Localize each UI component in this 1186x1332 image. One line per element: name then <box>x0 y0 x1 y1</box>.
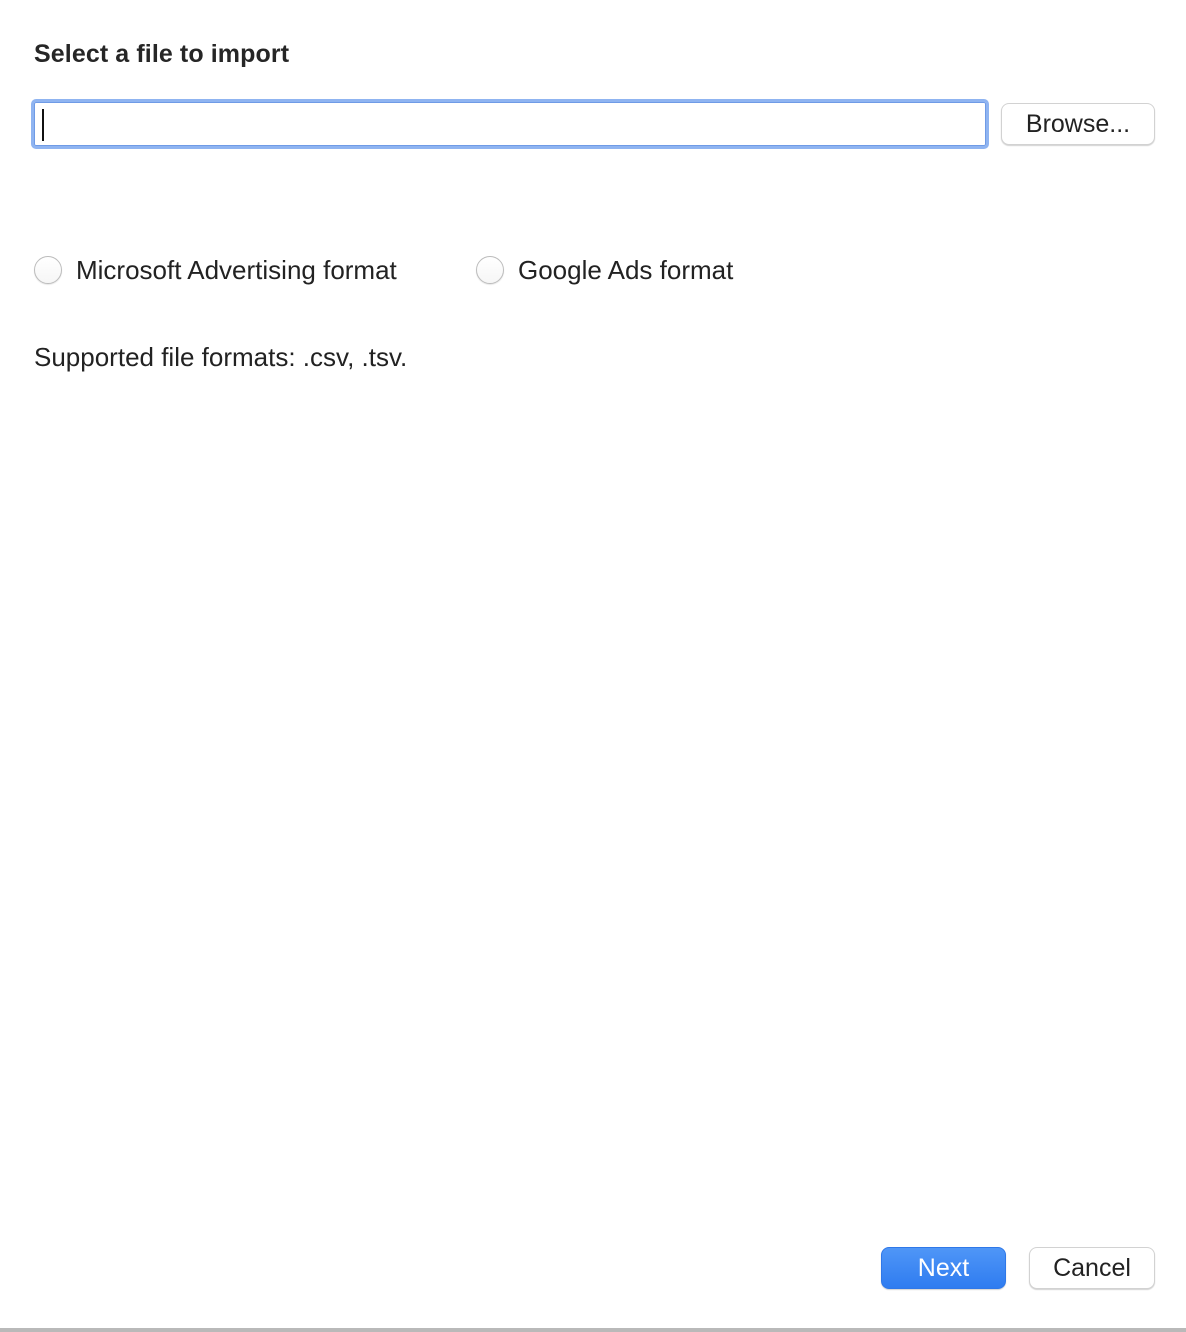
cancel-button[interactable]: Cancel <box>1029 1247 1155 1289</box>
radio-label-microsoft-advertising[interactable]: Microsoft Advertising format <box>76 255 397 286</box>
radio-button-icon[interactable] <box>476 256 504 284</box>
text-cursor <box>42 109 44 141</box>
next-button[interactable]: Next <box>881 1247 1006 1289</box>
radio-button-icon[interactable] <box>34 256 62 284</box>
file-path-input[interactable] <box>38 105 982 143</box>
import-file-dialog: Select a file to import Browse... Micros… <box>0 0 1186 1332</box>
radio-label-google-ads[interactable]: Google Ads format <box>518 255 733 286</box>
browse-button[interactable]: Browse... <box>1001 103 1155 145</box>
supported-formats-note: Supported file formats: .csv, .tsv. <box>34 342 408 372</box>
file-path-field[interactable] <box>31 99 989 149</box>
radio-google-ads-format[interactable]: Google Ads format <box>476 253 733 287</box>
dialog-title: Select a file to import <box>34 40 290 68</box>
radio-microsoft-advertising-format[interactable]: Microsoft Advertising format <box>34 253 397 287</box>
